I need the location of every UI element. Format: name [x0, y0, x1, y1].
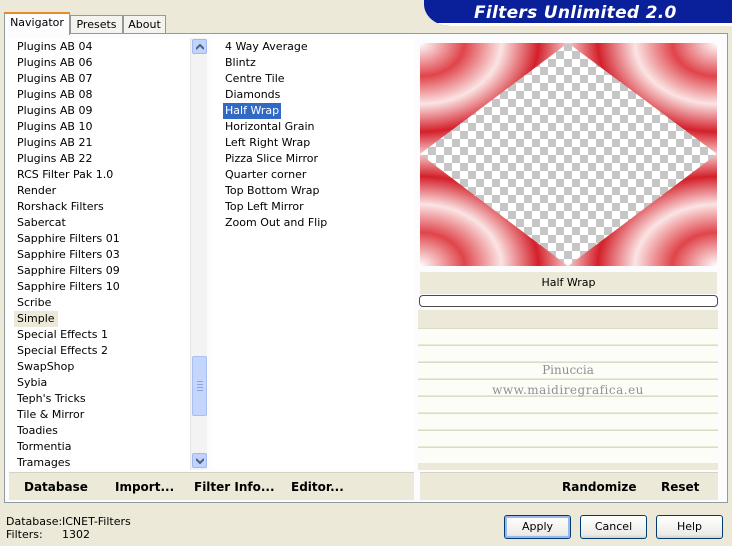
category-item[interactable]: Plugins AB 21 [17, 135, 92, 151]
filter-item[interactable]: Quarter corner [225, 167, 306, 183]
category-item[interactable]: Render [17, 183, 56, 199]
filter-item[interactable]: Top Left Mirror [225, 199, 304, 215]
filter-item[interactable]: Diamonds [225, 87, 280, 103]
category-item[interactable]: Plugins AB 04 [17, 39, 92, 55]
category-item[interactable]: Sabercat [17, 215, 66, 231]
filters-count-label: Filters: [6, 528, 43, 541]
progress-bar [419, 295, 718, 307]
filter-item[interactable]: Left Right Wrap [225, 135, 310, 151]
category-item[interactable]: Plugins AB 22 [17, 151, 92, 167]
category-item[interactable]: Sybia [17, 375, 47, 391]
filter-item[interactable]: Half Wrap [223, 103, 282, 119]
category-item[interactable]: Plugins AB 08 [17, 87, 92, 103]
chevron-down-icon [196, 458, 204, 464]
category-item[interactable]: Special Effects 2 [17, 343, 108, 359]
category-item[interactable]: Sapphire Filters 01 [17, 231, 120, 247]
category-item[interactable]: Plugins AB 06 [17, 55, 92, 71]
category-item[interactable]: Sapphire Filters 10 [17, 279, 120, 295]
category-item[interactable]: Scribe [17, 295, 51, 311]
category-item[interactable]: Plugins AB 09 [17, 103, 92, 119]
category-item[interactable]: Sapphire Filters 09 [17, 263, 120, 279]
preview-filter-name: Half Wrap [420, 272, 717, 294]
database-button[interactable]: Database [24, 480, 88, 494]
category-scrollbar[interactable] [190, 38, 207, 470]
database-value: ICNET-Filters [62, 515, 131, 528]
tab-navigator[interactable]: Navigator [4, 12, 70, 35]
category-item[interactable]: RCS Filter Pak 1.0 [17, 167, 113, 183]
filters-count-value: 1302 [62, 528, 90, 541]
scroll-up-button[interactable] [192, 39, 207, 54]
status-info: Database:ICNET-Filters Filters: 1302 [6, 515, 131, 541]
editor-button[interactable]: Editor... [291, 480, 344, 494]
category-item[interactable]: SwapShop [17, 359, 74, 375]
filter-item[interactable]: Centre Tile [225, 71, 285, 87]
tab-about[interactable]: About [123, 15, 166, 34]
chevron-up-icon [196, 44, 204, 50]
category-item[interactable]: Toadies [17, 423, 58, 439]
import-button[interactable]: Import... [115, 480, 174, 494]
category-item[interactable]: Tramages [17, 455, 70, 470]
watermark-name: Pinuccia [542, 363, 594, 377]
filter-preview [420, 43, 717, 266]
category-item[interactable]: Teph's Tricks [17, 391, 86, 407]
reset-button[interactable]: Reset [661, 480, 699, 494]
apply-button[interactable]: Apply [504, 515, 571, 539]
filter-item[interactable]: Zoom Out and Flip [225, 215, 327, 231]
watermark: Pinuccia www.maidiregrafica.eu [418, 360, 718, 400]
filter-item[interactable]: Top Bottom Wrap [225, 183, 320, 199]
list-toolbar: Database Import... Filter Info... Editor… [9, 472, 414, 500]
randomize-button[interactable]: Randomize [562, 480, 636, 494]
filter-item[interactable]: Horizontal Grain [225, 119, 314, 135]
help-button[interactable]: Help [656, 515, 723, 539]
watermark-url: www.maidiregrafica.eu [492, 383, 644, 397]
filter-item[interactable]: Pizza Slice Mirror [225, 151, 318, 167]
tab-presets[interactable]: Presets [70, 15, 123, 34]
preview-image [420, 43, 717, 266]
category-item[interactable]: Sapphire Filters 03 [17, 247, 120, 263]
cancel-button[interactable]: Cancel [580, 515, 647, 539]
scroll-thumb[interactable] [192, 356, 207, 416]
category-item[interactable]: Special Effects 1 [17, 327, 108, 343]
filter-item[interactable]: Blintz [225, 55, 256, 71]
database-label: Database: [6, 515, 63, 528]
category-item[interactable]: Plugins AB 10 [17, 119, 92, 135]
brand-banner: Filters Unlimited 2.0 [424, 0, 732, 26]
category-item[interactable]: Tormentia [17, 439, 71, 455]
category-list[interactable]: Plugins AB 04 Plugins AB 06 Plugins AB 07 P… [9, 38, 206, 470]
category-item[interactable]: Simple [14, 311, 58, 327]
category-item[interactable]: Tile & Mirror [17, 407, 84, 423]
scroll-down-button[interactable] [192, 453, 207, 468]
filter-info-button[interactable]: Filter Info... [194, 480, 275, 494]
brand-title: Filters Unlimited 2.0 [474, 3, 677, 23]
category-item[interactable]: Rorshack Filters [17, 199, 104, 215]
preview-toolbar: Randomize Reset [420, 472, 718, 500]
filter-item[interactable]: 4 Way Average [225, 39, 308, 55]
filter-list[interactable]: 4 Way Average Blintz Centre Tile Diamonds Ha… [212, 38, 414, 470]
category-item[interactable]: Plugins AB 07 [17, 71, 92, 87]
